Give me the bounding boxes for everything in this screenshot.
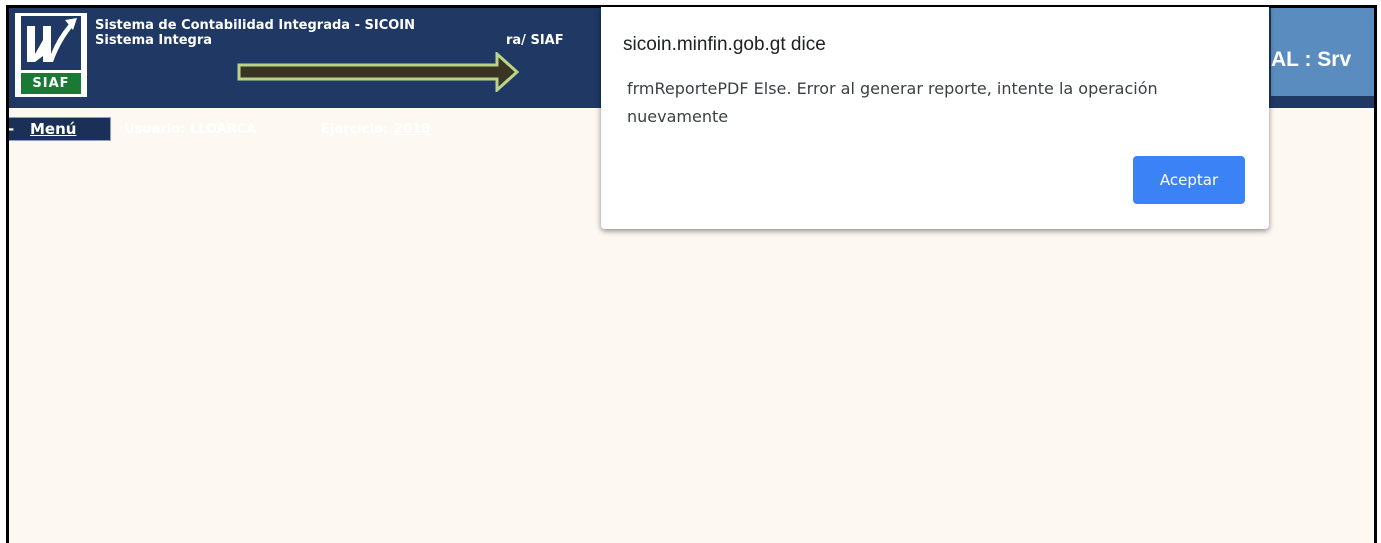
logo-text: SIAF	[21, 73, 81, 94]
ejercicio-year-link[interactable]: 2018	[394, 122, 430, 137]
menu-label: Menú	[30, 120, 77, 138]
ejercicio-info: Ejercicio: 2018	[321, 122, 430, 137]
dialog-message: frmReportePDF Else. Error al generar rep…	[627, 79, 1158, 126]
siaf-logo: SIAF	[15, 13, 87, 97]
system-title-line2b: ra/ SIAF	[506, 33, 564, 48]
arrow-right-icon	[237, 52, 520, 92]
system-title-line2a: Sistema Integra	[95, 33, 213, 48]
server-title: AL : Srv	[1271, 48, 1352, 71]
system-title-line1: Sistema de Contabilidad Integrada - SICO…	[95, 18, 416, 33]
system-title: Sistema de Contabilidad Integrada - SICO…	[95, 18, 564, 49]
siaf-logo-icon	[21, 16, 81, 70]
accept-button[interactable]: Aceptar	[1133, 156, 1245, 204]
alert-dialog: sicoin.minfin.gob.gt dice frmReportePDF …	[601, 7, 1269, 229]
server-header: AL : Srv	[1271, 8, 1374, 96]
user-label: Usuario: LLOARCA	[124, 122, 257, 137]
ejercicio-label: Ejercicio:	[321, 122, 389, 137]
dialog-title: sicoin.minfin.gob.gt dice	[623, 34, 826, 55]
menu-button[interactable]: - Menú	[8, 117, 111, 141]
menu-dash: -	[8, 120, 15, 138]
